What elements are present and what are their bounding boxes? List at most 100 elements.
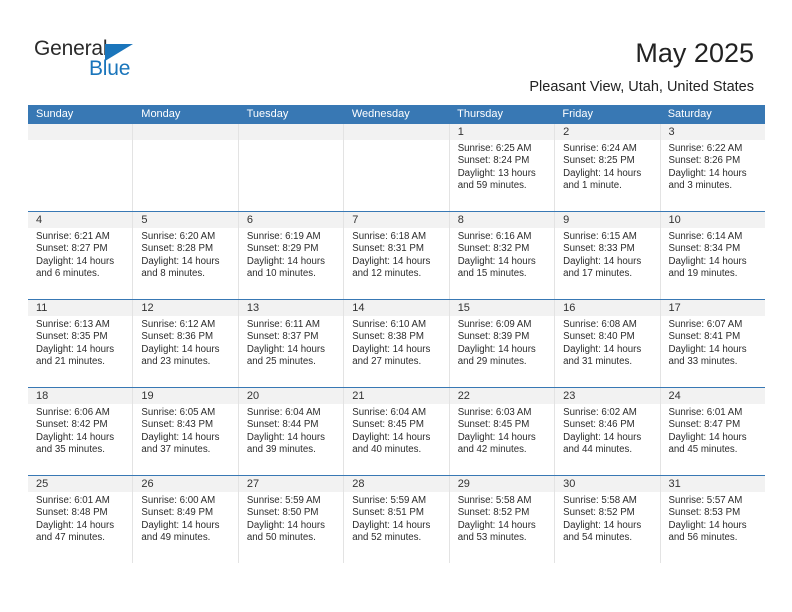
day-details: Sunrise: 6:00 AM Sunset: 8:49 PM Daylight:… bbox=[133, 492, 237, 545]
calendar-day-cell[interactable]: 7 Sunrise: 6:18 AM Sunset: 8:31 PM Daylight… bbox=[344, 212, 450, 299]
daylight-text-line2: and 47 minutes. bbox=[36, 532, 105, 544]
calendar-day-cell[interactable]: 31 Sunrise: 5:57 AM Sunset: 8:53 PM Dayligh… bbox=[660, 476, 765, 563]
calendar-page: General Blue May 2025 Pleasant View, Uta… bbox=[0, 0, 792, 612]
calendar-day-cell[interactable]: 27 Sunrise: 5:59 AM Sunset: 8:50 PM Dayligh… bbox=[238, 476, 345, 563]
sunset-text: Sunset: 8:47 PM bbox=[668, 419, 741, 431]
calendar-day-cell[interactable]: 30 Sunrise: 5:58 AM Sunset: 8:52 PM Dayligh… bbox=[555, 476, 661, 563]
daylight-text-line2: and 37 minutes. bbox=[141, 444, 211, 456]
daylight-text-line2: and 10 minutes. bbox=[246, 268, 316, 280]
calendar-day-cell[interactable]: 15 Sunrise: 6:09 AM Sunset: 8:39 PM Dayligh… bbox=[449, 300, 556, 387]
daylight-text-line2: and 49 minutes. bbox=[141, 532, 211, 544]
calendar-day-cell[interactable]: 29 Sunrise: 5:58 AM Sunset: 8:52 PM Dayligh… bbox=[449, 476, 556, 563]
sunset-text: Sunset: 8:33 PM bbox=[563, 243, 635, 255]
calendar-day-cell[interactable]: 2 Sunrise: 6:24 AM Sunset: 8:25 PM Daylight… bbox=[555, 124, 661, 211]
calendar-week-row: 11 Sunrise: 6:13 AM Sunset: 8:35 PM Dayligh… bbox=[28, 299, 765, 387]
daylight-text-line1: Daylight: 14 hours bbox=[246, 431, 325, 443]
calendar-day-cell[interactable]: 26 Sunrise: 6:00 AM Sunset: 8:49 PM Dayligh… bbox=[133, 476, 239, 563]
calendar-day-cell[interactable]: 16 Sunrise: 6:08 AM Sunset: 8:40 PM Dayligh… bbox=[555, 300, 661, 387]
sunset-text: Sunset: 8:26 PM bbox=[668, 155, 741, 167]
day-details: Sunrise: 6:01 AM Sunset: 8:48 PM Daylight:… bbox=[28, 492, 132, 545]
daylight-text-line1: Daylight: 14 hours bbox=[457, 431, 536, 443]
calendar-day-cell[interactable]: 3 Sunrise: 6:22 AM Sunset: 8:26 PM Daylight… bbox=[660, 124, 765, 211]
calendar-day-cell[interactable]: 9 Sunrise: 6:15 AM Sunset: 8:33 PM Daylight… bbox=[555, 212, 661, 299]
daylight-text-line2: and 15 minutes. bbox=[457, 268, 527, 280]
calendar-day-cell[interactable]: 5 Sunrise: 6:20 AM Sunset: 8:28 PM Daylight… bbox=[133, 212, 239, 299]
day-details: Sunrise: 6:10 AM Sunset: 8:38 PM Daylight:… bbox=[344, 316, 448, 369]
day-details: Sunrise: 6:02 AM Sunset: 8:46 PM Daylight:… bbox=[555, 404, 659, 457]
sunset-text: Sunset: 8:27 PM bbox=[36, 243, 108, 255]
daylight-text-line1: Daylight: 14 hours bbox=[141, 519, 220, 531]
day-details: Sunrise: 6:16 AM Sunset: 8:32 PM Daylight:… bbox=[450, 228, 554, 281]
calendar-day-cell[interactable]: 14 Sunrise: 6:10 AM Sunset: 8:38 PM Dayligh… bbox=[344, 300, 450, 387]
day-number: 28 bbox=[344, 476, 449, 492]
daylight-text-line1: Daylight: 14 hours bbox=[36, 519, 115, 531]
calendar-day-cell[interactable]: 19 Sunrise: 6:05 AM Sunset: 8:43 PM Dayligh… bbox=[133, 388, 239, 475]
daylight-text-line1: Daylight: 14 hours bbox=[668, 343, 747, 355]
day-number: 3 bbox=[660, 124, 765, 140]
sunset-text: Sunset: 8:31 PM bbox=[352, 243, 424, 255]
calendar-day-cell[interactable]: 11 Sunrise: 6:13 AM Sunset: 8:35 PM Dayligh… bbox=[28, 300, 134, 387]
day-number: 20 bbox=[238, 388, 344, 404]
sunset-text: Sunset: 8:44 PM bbox=[246, 419, 319, 431]
sunrise-text: Sunrise: 5:57 AM bbox=[668, 495, 743, 506]
calendar-cell-empty bbox=[238, 124, 345, 211]
daylight-text-line1: Daylight: 14 hours bbox=[563, 255, 642, 267]
sunset-text: Sunset: 8:52 PM bbox=[563, 507, 635, 519]
sunrise-text: Sunrise: 6:06 AM bbox=[36, 407, 110, 418]
calendar-day-cell[interactable]: 24 Sunrise: 6:01 AM Sunset: 8:47 PM Dayligh… bbox=[660, 388, 765, 475]
brand-logo[interactable]: General Blue bbox=[34, 38, 164, 88]
calendar-day-cell[interactable]: 4 Sunrise: 6:21 AM Sunset: 8:27 PM Daylight… bbox=[28, 212, 134, 299]
daylight-text-line2: and 25 minutes. bbox=[246, 356, 316, 368]
day-number: 1 bbox=[449, 124, 555, 140]
day-number bbox=[28, 124, 133, 140]
sunrise-text: Sunrise: 6:21 AM bbox=[36, 231, 110, 242]
calendar-day-cell[interactable]: 18 Sunrise: 6:06 AM Sunset: 8:42 PM Dayligh… bbox=[28, 388, 134, 475]
day-number: 30 bbox=[555, 476, 660, 492]
day-number: 15 bbox=[449, 300, 555, 316]
day-details: Sunrise: 6:13 AM Sunset: 8:35 PM Daylight:… bbox=[28, 316, 132, 369]
page-header: General Blue May 2025 Pleasant View, Uta… bbox=[0, 0, 792, 100]
daylight-text-line1: Daylight: 14 hours bbox=[563, 431, 642, 443]
calendar-day-cell[interactable]: 10 Sunrise: 6:14 AM Sunset: 8:34 PM Dayligh… bbox=[660, 212, 765, 299]
calendar-day-cell[interactable]: 8 Sunrise: 6:16 AM Sunset: 8:32 PM Daylight… bbox=[449, 212, 556, 299]
day-details: Sunrise: 5:58 AM Sunset: 8:52 PM Daylight:… bbox=[450, 492, 554, 545]
sunrise-text: Sunrise: 6:20 AM bbox=[141, 231, 216, 242]
sunrise-text: Sunrise: 6:18 AM bbox=[352, 231, 427, 242]
daylight-text-line2: and 8 minutes. bbox=[141, 268, 205, 280]
sunset-text: Sunset: 8:46 PM bbox=[563, 419, 635, 431]
sunset-text: Sunset: 8:41 PM bbox=[668, 331, 741, 343]
calendar-day-cell[interactable]: 1 Sunrise: 6:25 AM Sunset: 8:24 PM Daylight… bbox=[449, 124, 556, 211]
calendar-day-cell[interactable]: 13 Sunrise: 6:11 AM Sunset: 8:37 PM Dayligh… bbox=[238, 300, 345, 387]
calendar-day-cell[interactable]: 23 Sunrise: 6:02 AM Sunset: 8:46 PM Dayligh… bbox=[555, 388, 661, 475]
weekday-header-sunday: Sunday bbox=[36, 108, 74, 120]
daylight-text-line2: and 1 minute. bbox=[563, 180, 622, 192]
sunrise-text: Sunrise: 6:25 AM bbox=[457, 143, 532, 154]
calendar-day-cell[interactable]: 20 Sunrise: 6:04 AM Sunset: 8:44 PM Dayligh… bbox=[238, 388, 345, 475]
daylight-text-line1: Daylight: 14 hours bbox=[457, 343, 536, 355]
sunset-text: Sunset: 8:40 PM bbox=[563, 331, 635, 343]
day-number: 24 bbox=[660, 388, 765, 404]
daylight-text-line1: Daylight: 13 hours bbox=[457, 167, 536, 179]
calendar-day-cell[interactable]: 28 Sunrise: 5:59 AM Sunset: 8:51 PM Dayligh… bbox=[344, 476, 450, 563]
sunrise-text: Sunrise: 6:15 AM bbox=[563, 231, 637, 242]
daylight-text-line2: and 52 minutes. bbox=[352, 532, 422, 544]
sunset-text: Sunset: 8:25 PM bbox=[563, 155, 635, 167]
daylight-text-line1: Daylight: 14 hours bbox=[352, 431, 431, 443]
calendar-day-cell[interactable]: 6 Sunrise: 6:19 AM Sunset: 8:29 PM Daylight… bbox=[238, 212, 345, 299]
calendar-day-cell[interactable]: 25 Sunrise: 6:01 AM Sunset: 8:48 PM Dayligh… bbox=[28, 476, 134, 563]
day-number: 18 bbox=[28, 388, 133, 404]
calendar-day-cell[interactable]: 22 Sunrise: 6:03 AM Sunset: 8:45 PM Dayligh… bbox=[449, 388, 556, 475]
day-details: Sunrise: 6:08 AM Sunset: 8:40 PM Daylight:… bbox=[555, 316, 659, 369]
weekday-header-monday: Monday bbox=[141, 108, 181, 120]
sunset-text: Sunset: 8:53 PM bbox=[668, 507, 741, 519]
calendar-day-cell[interactable]: 21 Sunrise: 6:04 AM Sunset: 8:45 PM Dayligh… bbox=[344, 388, 450, 475]
day-number: 22 bbox=[449, 388, 555, 404]
sunrise-text: Sunrise: 6:04 AM bbox=[246, 407, 321, 418]
calendar-day-cell[interactable]: 17 Sunrise: 6:07 AM Sunset: 8:41 PM Dayligh… bbox=[660, 300, 765, 387]
daylight-text-line2: and 42 minutes. bbox=[457, 444, 527, 456]
calendar-day-cell[interactable]: 12 Sunrise: 6:12 AM Sunset: 8:36 PM Dayligh… bbox=[133, 300, 239, 387]
sunset-text: Sunset: 8:32 PM bbox=[457, 243, 530, 255]
weekday-header-tuesday: Tuesday bbox=[246, 108, 289, 120]
day-details: Sunrise: 6:19 AM Sunset: 8:29 PM Daylight:… bbox=[239, 228, 343, 281]
day-number: 14 bbox=[344, 300, 449, 316]
